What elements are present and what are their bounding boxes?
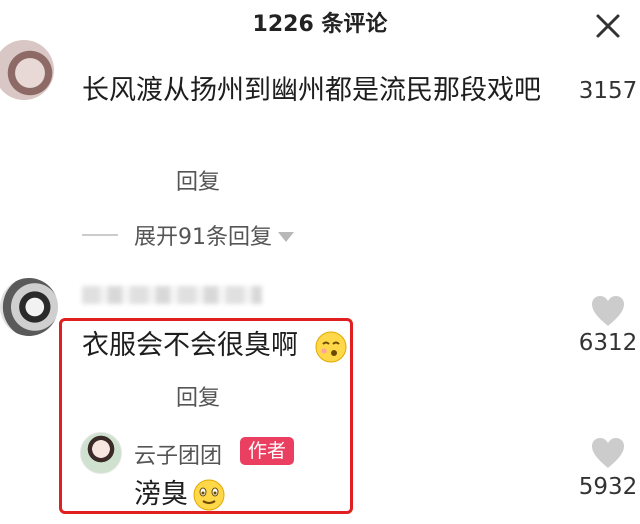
like-count: 3157 (578, 78, 638, 104)
reply-button[interactable]: 回复 (176, 164, 220, 196)
blurred-username (82, 286, 262, 304)
expand-replies-label: 展开91条回复 (134, 225, 272, 250)
close-button[interactable] (590, 8, 626, 44)
expand-replies-button[interactable]: 展开91条回复 (82, 220, 294, 250)
heart-icon (592, 296, 624, 326)
comments-panel: 1226 条评论 长风渡从扬州到幽州都是流民那段戏吧 回复 展开91条回复 31… (0, 0, 640, 524)
divider (82, 234, 118, 236)
chevron-down-icon (278, 232, 294, 242)
comments-header: 1226 条评论 (0, 0, 640, 48)
avatar[interactable] (0, 278, 58, 336)
like-button[interactable] (590, 294, 626, 328)
highlight-box (59, 318, 353, 514)
comment-text: 长风渡从扬州到幽州都是流民那段戏吧 (82, 75, 541, 106)
like-count: 6312 (578, 330, 638, 356)
close-icon (596, 14, 620, 38)
avatar[interactable] (0, 40, 54, 100)
like-count: 5932 (578, 474, 638, 500)
heart-icon (592, 438, 624, 468)
like-button[interactable] (590, 436, 626, 470)
comments-count-title: 1226 条评论 (252, 12, 388, 37)
